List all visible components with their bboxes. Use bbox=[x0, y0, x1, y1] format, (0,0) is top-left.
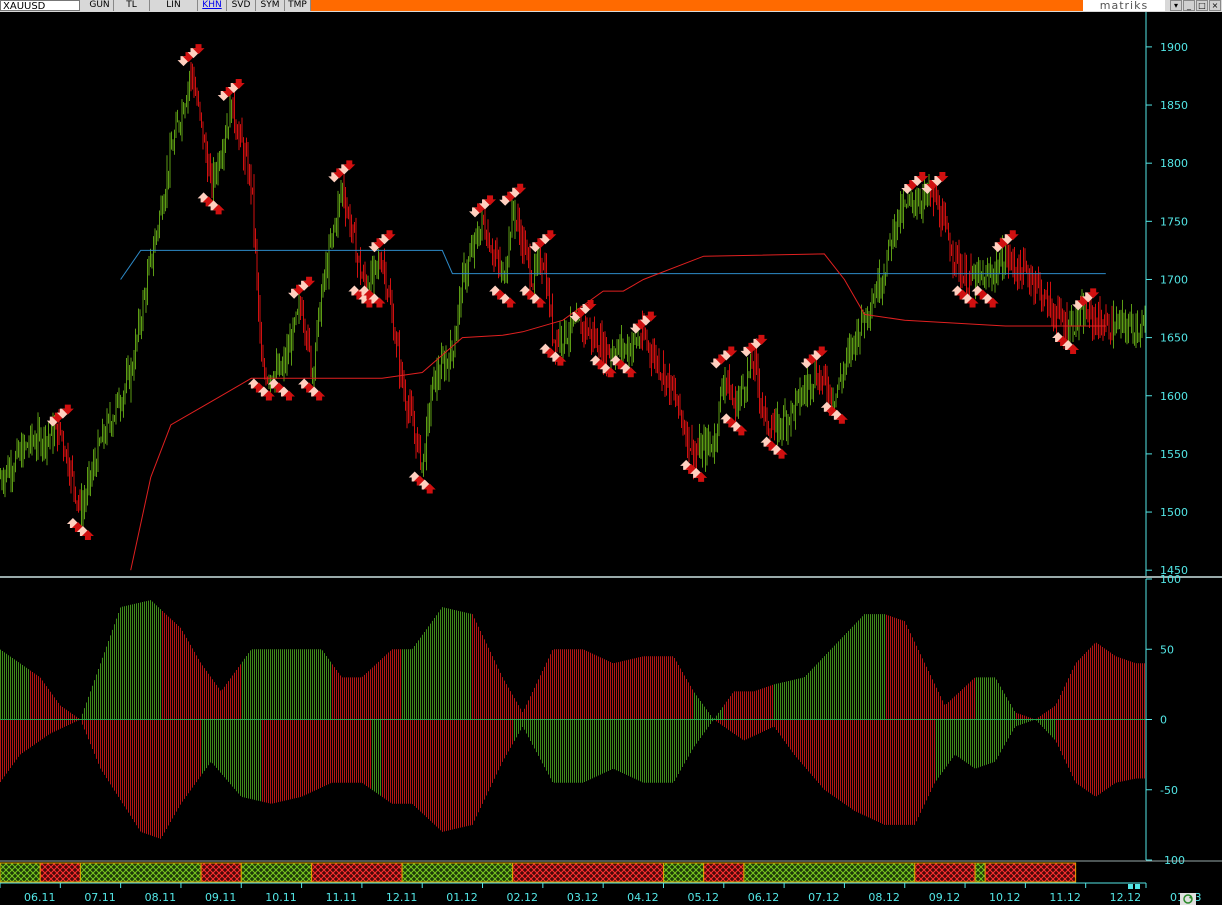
osc-tick-label: 100 bbox=[1160, 573, 1181, 586]
price-tick-label: 1550 bbox=[1160, 448, 1188, 461]
x-tick-label: 12.11 bbox=[386, 891, 418, 904]
close-icon[interactable]: × bbox=[1209, 0, 1221, 11]
price-y-axis: 1450150015501600165017001750180018501900 bbox=[1145, 12, 1222, 577]
regime-segment bbox=[200, 862, 242, 883]
regime-segment bbox=[984, 862, 1077, 883]
x-tick-label: 03.12 bbox=[567, 891, 599, 904]
price-tick-label: 1900 bbox=[1160, 41, 1188, 54]
x-tick-label: 11.11 bbox=[326, 891, 358, 904]
brand-logo: matriks bbox=[1083, 0, 1165, 11]
x-tick-label: 07.11 bbox=[84, 891, 116, 904]
tab-tl[interactable]: TL bbox=[114, 0, 150, 11]
x-tick-label: 01.12 bbox=[446, 891, 478, 904]
chart-area: 1450150015501600165017001750180018501900… bbox=[0, 12, 1222, 904]
regime-segment bbox=[0, 862, 41, 883]
price-tick-label: 1750 bbox=[1160, 215, 1188, 228]
tab-tmp[interactable]: TMP bbox=[285, 0, 311, 11]
oscillator-panel[interactable] bbox=[0, 579, 1146, 860]
x-tick-label: 10.12 bbox=[989, 891, 1021, 904]
x-tick-label: 04.12 bbox=[627, 891, 659, 904]
price-tick-label: 1850 bbox=[1160, 99, 1188, 112]
scroll-marker[interactable] bbox=[1135, 884, 1140, 889]
price-tick-label: 1700 bbox=[1160, 273, 1188, 286]
regime-segment bbox=[401, 862, 514, 883]
regime-segment bbox=[914, 862, 976, 883]
regime-segment bbox=[79, 862, 202, 883]
regime-segment bbox=[703, 862, 745, 883]
tab-gun[interactable]: GUN bbox=[86, 0, 114, 11]
toolbar-spacer bbox=[311, 0, 1083, 11]
symbol-field[interactable]: XAUUSD bbox=[0, 0, 80, 12]
top-toolbar: XAUUSD GUN TL LIN KHN SVD SYM TMP matrik… bbox=[0, 0, 1222, 12]
x-tick-label: 06.12 bbox=[748, 891, 780, 904]
x-tick-label: 06.11 bbox=[24, 891, 56, 904]
osc-tick-label: -50 bbox=[1160, 784, 1178, 797]
x-tick-label: 09.11 bbox=[205, 891, 237, 904]
price-tick-label: 1600 bbox=[1160, 390, 1188, 403]
maximize-icon[interactable]: □ bbox=[1196, 0, 1208, 11]
regime-segment bbox=[240, 862, 313, 883]
tab-sym[interactable]: SYM bbox=[256, 0, 285, 11]
refresh-icon[interactable] bbox=[1180, 893, 1196, 905]
regime-segment bbox=[662, 862, 705, 883]
price-tick-label: 1800 bbox=[1160, 157, 1188, 170]
osc-tick-label: 0 bbox=[1160, 714, 1167, 727]
price-tick-label: 1650 bbox=[1160, 332, 1188, 345]
regime-strip bbox=[0, 862, 1077, 883]
x-tick-label: 08.11 bbox=[145, 891, 177, 904]
price-panel-bg bbox=[0, 12, 1146, 576]
x-tick-label: 05.12 bbox=[687, 891, 719, 904]
osc-tick-label: 50 bbox=[1160, 643, 1174, 656]
x-tick-label: 10.11 bbox=[265, 891, 297, 904]
dropdown-icon[interactable]: ▾ bbox=[1170, 0, 1182, 11]
x-tick-label: 09.12 bbox=[929, 891, 961, 904]
regime-segment bbox=[512, 862, 664, 883]
minimize-icon[interactable]: _ bbox=[1183, 0, 1195, 11]
x-axis: 06.11 07.11 08.11 09.11 10.11 11.11 12.11 01.12… bbox=[0, 882, 1202, 904]
x-tick-label: 08.12 bbox=[868, 891, 900, 904]
price-tick-label: 1500 bbox=[1160, 506, 1188, 519]
x-tick-label: 12.12 bbox=[1110, 891, 1142, 904]
oscillator-y-axis: 100500-50-100 bbox=[1145, 573, 1222, 867]
regime-segment bbox=[743, 862, 916, 883]
price-panel[interactable] bbox=[0, 12, 1146, 576]
x-tick-label: 02.12 bbox=[507, 891, 539, 904]
tab-lin[interactable]: LIN bbox=[150, 0, 198, 11]
scroll-marker[interactable] bbox=[1128, 884, 1133, 889]
tab-khn[interactable]: KHN bbox=[198, 0, 227, 11]
x-tick-label: 07.12 bbox=[808, 891, 840, 904]
x-tick-label: 11.12 bbox=[1049, 891, 1081, 904]
regime-segment bbox=[974, 862, 986, 883]
regime-segment bbox=[311, 862, 403, 883]
regime-segment bbox=[39, 862, 81, 883]
tab-svd[interactable]: SVD bbox=[227, 0, 256, 11]
